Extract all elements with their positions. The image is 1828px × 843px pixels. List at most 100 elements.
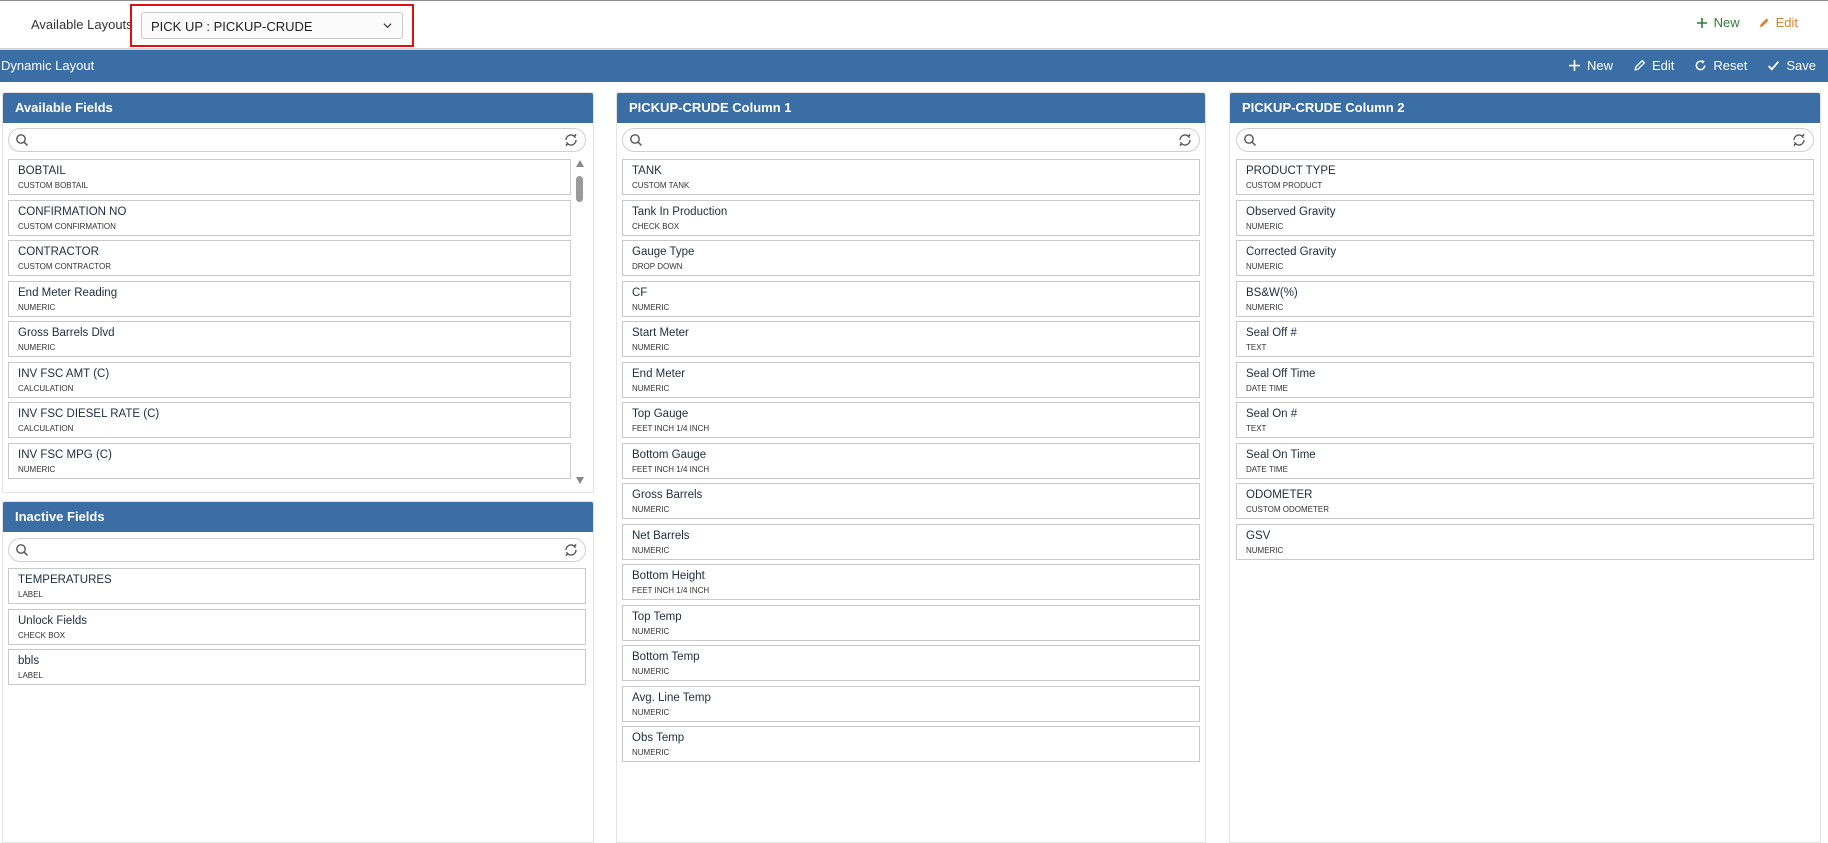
edit-layout-label: Edit [1775, 15, 1798, 30]
field-item[interactable]: Gauge Type DROP DOWN [622, 240, 1200, 276]
field-item[interactable]: CONFIRMATION NO CUSTOM CONFIRMATION [8, 199, 571, 236]
edit-layout-button[interactable]: Edit [1758, 15, 1798, 30]
field-item[interactable]: CF NUMERIC [622, 280, 1200, 317]
field-name: Start Meter [632, 327, 689, 339]
field-name: Top Gauge [632, 408, 689, 420]
pencil-icon [1634, 59, 1646, 71]
field-type: CALCULATION [18, 424, 74, 433]
field-name: Bottom Temp [632, 651, 700, 663]
field-item[interactable]: INV FSC MPG (C) NUMERIC [8, 442, 571, 479]
field-item[interactable]: INV FSC DIESEL RATE (C) CALCULATION [8, 402, 571, 438]
inactive-fields-search-input[interactable] [35, 541, 555, 559]
field-item[interactable]: Unlock Fields CHECK BOX [8, 608, 586, 645]
field-item[interactable]: End Meter NUMERIC [622, 361, 1200, 398]
field-type: CUSTOM CONTRACTOR [18, 262, 112, 271]
field-type: NUMERIC [18, 464, 56, 474]
field-item[interactable]: GSV NUMERIC [1236, 523, 1814, 560]
field-item[interactable]: BOBTAIL CUSTOM BOBTAIL [8, 159, 571, 195]
field-name: Gross Barrels [632, 489, 703, 501]
search-icon [1244, 134, 1257, 147]
field-name: BS&W(%) [1246, 286, 1298, 299]
field-item[interactable]: Bottom Height FEET INCH 1/4 INCH [622, 564, 1200, 600]
field-item[interactable]: Obs Temp NUMERIC [622, 726, 1200, 762]
field-item[interactable]: Bottom Gauge FEET INCH 1/4 INCH [622, 442, 1200, 479]
field-name: BOBTAIL [18, 165, 66, 177]
field-item[interactable]: CONTRACTOR CUSTOM CONTRACTOR [8, 240, 571, 276]
column2-search [1236, 128, 1814, 152]
field-item[interactable]: Seal Off Time DATE TIME [1236, 361, 1814, 398]
field-item[interactable]: Tank In Production CHECK BOX [622, 199, 1200, 236]
top-bar: Available Layouts PICK UP : PICKUP-CRUDE… [0, 0, 1828, 48]
refresh-icon[interactable] [563, 542, 579, 558]
available-fields-search-input[interactable] [35, 131, 555, 149]
plus-icon [1696, 17, 1707, 28]
field-item[interactable]: Avg. Line Temp NUMERIC [622, 685, 1200, 722]
dynamic-save-label: Save [1786, 58, 1816, 73]
field-type: NUMERIC [1246, 262, 1284, 271]
available-fields-scrollbar[interactable] [573, 160, 587, 484]
field-item[interactable]: INV FSC AMT (C) CALCULATION [8, 361, 571, 398]
column1-search-input[interactable] [649, 131, 1169, 149]
scroll-down-arrow-icon[interactable] [576, 477, 584, 484]
field-item[interactable]: TEMPERATURES LABEL [8, 568, 586, 604]
field-type: CUSTOM CONFIRMATION [18, 221, 116, 231]
field-name: Tank In Production [632, 205, 728, 218]
field-item[interactable]: End Meter Reading NUMERIC [8, 280, 571, 317]
dynamic-new-button[interactable]: New [1568, 58, 1613, 73]
field-item[interactable]: Seal On Time DATE TIME [1236, 442, 1814, 479]
field-name: PRODUCT TYPE [1246, 165, 1336, 177]
dynamic-save-button[interactable]: Save [1767, 58, 1816, 73]
field-type: NUMERIC [632, 545, 670, 555]
field-name: Gauge Type [632, 246, 695, 258]
refresh-icon[interactable] [1177, 132, 1193, 148]
refresh-icon[interactable] [563, 132, 579, 148]
column2-search-input[interactable] [1263, 131, 1783, 149]
field-type: CUSTOM TANK [632, 181, 690, 190]
field-type: DATE TIME [1246, 383, 1288, 393]
field-item[interactable]: Gross Barrels NUMERIC [622, 483, 1200, 519]
field-item[interactable]: Gross Barrels Dlvd NUMERIC [8, 321, 571, 357]
field-type: CHECK BOX [632, 221, 680, 231]
new-layout-label: New [1713, 15, 1740, 30]
field-item[interactable]: Seal On # TEXT [1236, 402, 1814, 438]
search-icon [630, 134, 643, 147]
refresh-icon[interactable] [1791, 132, 1807, 148]
field-item[interactable]: Start Meter NUMERIC [622, 321, 1200, 357]
field-item[interactable]: Observed Gravity NUMERIC [1236, 199, 1814, 236]
new-layout-button[interactable]: New [1696, 15, 1740, 30]
field-item[interactable]: Bottom Temp NUMERIC [622, 645, 1200, 681]
field-item[interactable]: Net Barrels NUMERIC [622, 523, 1200, 560]
dynamic-reset-label: Reset [1713, 58, 1748, 73]
field-name: Seal Off # [1246, 327, 1297, 339]
field-item[interactable]: Seal Off # TEXT [1236, 321, 1814, 357]
scroll-up-arrow-icon[interactable] [576, 160, 584, 167]
field-item[interactable]: Top Temp NUMERIC [622, 604, 1200, 641]
field-name: bbls [18, 655, 40, 667]
dynamic-reset-button[interactable]: Reset [1694, 58, 1747, 73]
field-item[interactable]: BS&W(%) NUMERIC [1236, 280, 1814, 317]
field-type: NUMERIC [18, 343, 56, 352]
field-item[interactable]: TANK CUSTOM TANK [622, 159, 1200, 195]
plus-icon [1569, 60, 1580, 71]
field-name: Net Barrels [632, 529, 690, 542]
available-fields-search [8, 128, 586, 152]
field-item[interactable]: Corrected Gravity NUMERIC [1236, 240, 1814, 276]
field-type: FEET INCH 1/4 INCH [632, 464, 710, 474]
field-name: ODOMETER [1246, 489, 1313, 501]
field-type: CUSTOM ODOMETER [1246, 505, 1329, 514]
field-name: GSV [1246, 529, 1271, 542]
dynamic-edit-button[interactable]: Edit [1633, 58, 1674, 73]
column1-search [622, 128, 1200, 152]
field-name: Bottom Gauge [632, 448, 707, 461]
chevron-down-icon [383, 23, 392, 29]
field-type: NUMERIC [632, 707, 670, 717]
scroll-thumb[interactable] [576, 176, 583, 202]
field-name: End Meter [632, 367, 686, 380]
field-item[interactable]: bbls LABEL [8, 649, 586, 685]
field-item[interactable]: PRODUCT TYPE CUSTOM PRODUCT [1236, 159, 1814, 195]
field-type: NUMERIC [632, 505, 670, 514]
field-item[interactable]: ODOMETER CUSTOM ODOMETER [1236, 483, 1814, 519]
search-icon [16, 544, 29, 557]
field-item[interactable]: Top Gauge FEET INCH 1/4 INCH [622, 402, 1200, 438]
layout-select[interactable]: PICK UP : PICKUP-CRUDE [141, 12, 403, 39]
